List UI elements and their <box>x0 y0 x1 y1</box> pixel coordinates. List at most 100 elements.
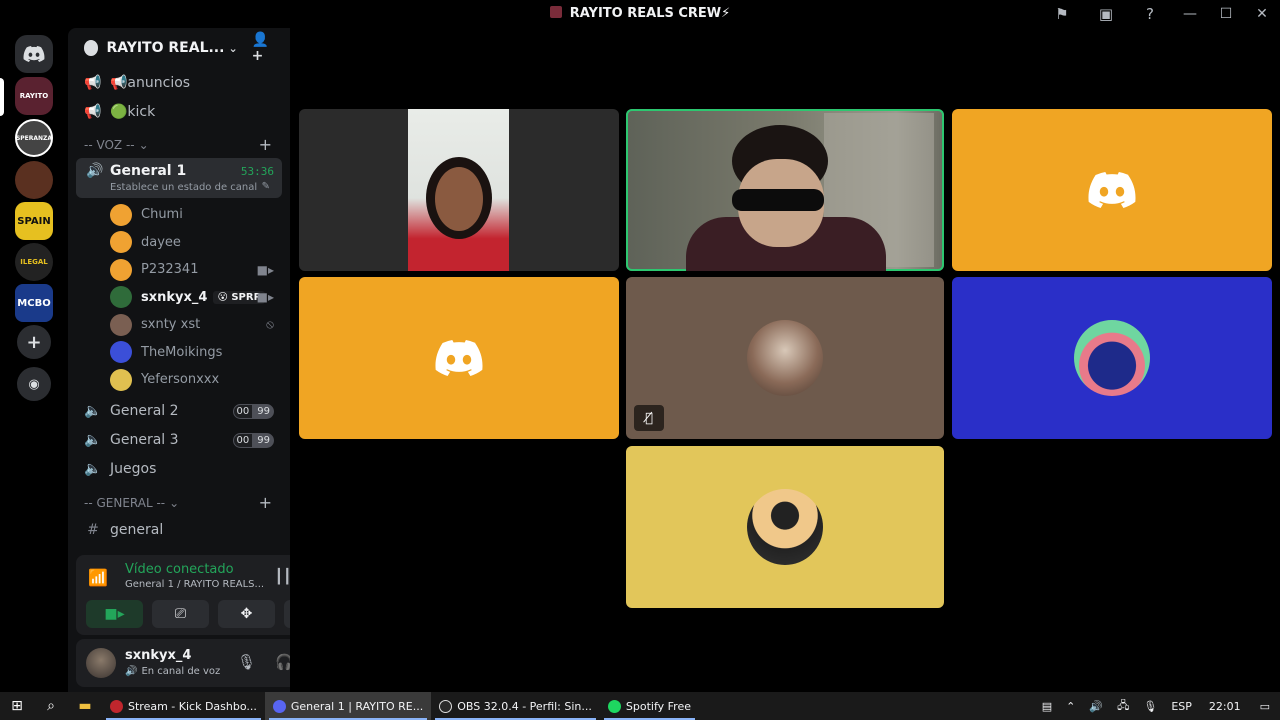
screen-share-icon: ⎚ <box>174 606 187 622</box>
channel-juegos[interactable]: 🔈 Juegos <box>68 455 290 484</box>
close-button[interactable]: ✕ <box>1244 0 1280 28</box>
voice-member[interactable]: sxnty xst ⦸ <box>68 311 290 339</box>
dayee-camera[interactable] <box>299 109 619 271</box>
server-spain[interactable]: SPAIN <box>15 202 53 240</box>
volume-icon[interactable]: 🔊 <box>1089 700 1103 713</box>
user-name[interactable]: sxnkyx_4 <box>125 648 191 663</box>
speaker-icon: 🔊 <box>86 163 104 179</box>
help-icon[interactable]: ? <box>1139 5 1161 23</box>
taskbar-discord[interactable]: General 1 | RAYITO RE... <box>264 692 432 720</box>
voice-member[interactable]: Chumi <box>68 201 290 229</box>
avatar <box>110 258 132 281</box>
signal-icon[interactable]: 📶 <box>88 568 108 587</box>
activities-button[interactable]: ✥ <box>218 600 275 628</box>
mic-tray-icon[interactable]: 🎙 <box>1143 700 1157 713</box>
channel-anuncios[interactable]: 📢 📢anuncios <box>68 68 290 97</box>
member-name: sxnkyx_4 <box>141 289 208 305</box>
channel-general-1[interactable]: 🔊 General 1 53:36 Establece un estado de… <box>76 158 282 198</box>
chevron-down-icon: ⌄ <box>138 138 149 152</box>
avatar <box>1074 320 1150 396</box>
camera-button[interactable]: ■▸ <box>86 600 143 628</box>
megaphone-icon: 📢 <box>84 103 102 120</box>
server-header[interactable]: RAYITO REAL... ⌄ 👤+ <box>68 28 290 68</box>
taskbar-obs[interactable]: OBS 32.0.4 - Perfil: Sin... <box>431 692 600 720</box>
voice-member[interactable]: dayee <box>68 229 290 257</box>
taskbar-kick-stream[interactable]: Stream - Kick Dashbo... <box>102 692 265 720</box>
server-speranza[interactable]: SPERANZA <box>15 119 53 157</box>
speaker-icon: 🔈 <box>84 403 102 419</box>
avatar <box>110 341 132 364</box>
voice-member[interactable]: TheMoikings <box>68 339 290 367</box>
maximize-button[interactable]: ☐ <box>1208 0 1244 28</box>
voice-timer: 53:36 <box>240 165 274 178</box>
search-icon[interactable]: ⌕ <box>34 692 68 720</box>
language-indicator[interactable]: ESP <box>1171 700 1192 713</box>
browser-icon <box>110 699 123 713</box>
create-channel-icon[interactable]: + <box>259 493 272 512</box>
themoikings-tile[interactable] <box>952 277 1272 439</box>
speaker-icon: 🔊 <box>125 666 138 677</box>
voice-channel-link[interactable]: General 1 / RAYITO REALS... <box>125 579 264 590</box>
selected-server-pill <box>0 78 4 116</box>
create-channel-icon[interactable]: + <box>259 135 272 154</box>
video-camera-icon: ■▸ <box>256 290 274 305</box>
network-icon[interactable]: 🖧 <box>1117 697 1129 716</box>
chevron-up-icon[interactable]: ⌃ <box>1066 700 1075 713</box>
camera-icon: ■▸ <box>104 606 125 622</box>
clock[interactable]: 22:01 <box>1209 700 1241 713</box>
avatar <box>110 231 132 254</box>
video-grid: 🎙̸ <box>290 28 1280 692</box>
inbox-icon[interactable]: ▣ <box>1095 5 1117 23</box>
member-name: Yefersonxxx <box>141 372 220 388</box>
sxnkyx-camera[interactable] <box>626 109 944 271</box>
inbox-flag-icon[interactable]: ⚑ <box>1051 5 1073 23</box>
server-mcbo[interactable]: MCBO <box>15 284 53 322</box>
chumi-tile[interactable] <box>952 109 1272 271</box>
channel-general-3[interactable]: 🔈 General 3 00 99 <box>68 426 290 455</box>
discover-button[interactable]: ◉ <box>17 367 51 401</box>
microphone-icon[interactable]: 🎙 <box>237 653 256 671</box>
minimize-button[interactable]: — <box>1172 0 1208 28</box>
voice-member-list: Chumi dayee P232341 ■▸ sxnkyx_4 😮 SPRP ■▸ sxnty… <box>68 201 290 394</box>
activities-icon: ✥ <box>240 606 253 622</box>
share-screen-button[interactable]: ⎚ <box>152 600 209 628</box>
server-3[interactable] <box>15 161 53 199</box>
taskbar-spotify[interactable]: Spotify Free <box>600 692 699 720</box>
server-icon <box>549 6 562 18</box>
pencil-icon[interactable]: ✎ <box>262 181 270 192</box>
windows-start-icon[interactable]: ⊞ <box>0 692 34 720</box>
avatar <box>747 320 823 396</box>
channel-general[interactable]: # general <box>68 516 290 545</box>
sxnty-tile[interactable]: 🎙̸ <box>626 277 944 439</box>
news-icon[interactable]: ▤ <box>1042 700 1052 713</box>
voice-member[interactable]: sxnkyx_4 😮 SPRP ■▸ <box>68 284 290 312</box>
member-name: TheMoikings <box>141 344 223 360</box>
server-rayito-reals[interactable]: RAYITO <box>15 77 53 115</box>
video-camera-icon: ■▸ <box>256 262 274 277</box>
avatar <box>110 313 132 336</box>
channel-kick[interactable]: 📢 🟢kick <box>68 97 290 126</box>
category-voz[interactable]: -- VOZ -- ⌄ + <box>68 132 290 158</box>
member-name: Chumi <box>141 207 183 223</box>
file-explorer-icon[interactable]: ▬ <box>68 692 102 720</box>
notifications-icon[interactable]: ▭ <box>1260 700 1270 713</box>
system-tray: ▤ ⌃ 🔊 🖧 🎙 ESP 22:01 ▭ <box>1035 692 1280 720</box>
server-ilegal-spainrp[interactable]: ILEGAL <box>15 243 53 281</box>
voice-member[interactable]: Yefersonxxx <box>68 366 290 394</box>
channel-general-2[interactable]: 🔈 General 2 00 99 <box>68 397 290 426</box>
category-general[interactable]: -- GENERAL -- ⌄ + <box>68 490 290 516</box>
member-name: sxnty xst <box>141 317 201 333</box>
user-limit-badge: 00 99 <box>232 432 274 448</box>
avatar[interactable] <box>86 648 116 678</box>
invite-people-icon[interactable]: 👤+ <box>252 32 278 64</box>
p232341-tile[interactable] <box>299 277 619 439</box>
home-button[interactable] <box>15 35 53 73</box>
add-server-button[interactable]: + <box>17 325 51 359</box>
discord-logo-icon <box>435 340 483 376</box>
voice-member[interactable]: P232341 ■▸ <box>68 256 290 284</box>
channel-sidebar: RAYITO REAL... ⌄ 👤+ 📢 📢anuncios 📢 🟢kick --… <box>68 28 350 692</box>
yefersonxxx-tile[interactable] <box>626 446 944 608</box>
server-list: RAYITO SPERANZA SPAIN ILEGAL MCBO + ◉ <box>0 28 68 692</box>
chevron-down-icon: ⌄ <box>169 495 180 510</box>
channel-status-prompt[interactable]: Establece un estado de canal <box>110 182 257 193</box>
